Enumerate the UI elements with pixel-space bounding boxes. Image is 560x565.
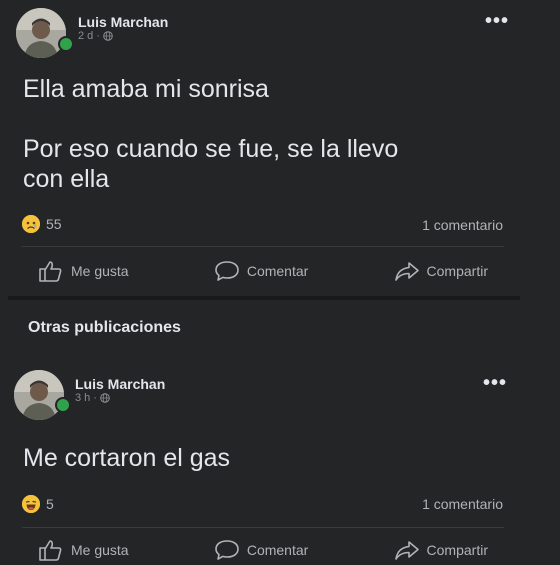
- comment-count[interactable]: 1 comentario: [422, 217, 503, 233]
- share-arrow-icon: [394, 541, 419, 560]
- globe-icon: [100, 393, 110, 403]
- post-author[interactable]: Luis Marchan: [75, 376, 165, 392]
- sad-face-icon: [22, 215, 40, 233]
- reaction-count: 5: [46, 496, 54, 512]
- comment-button[interactable]: Comentar: [198, 535, 324, 565]
- comment-count[interactable]: 1 comentario: [422, 496, 503, 512]
- more-options-icon[interactable]: •••: [485, 11, 509, 31]
- like-button[interactable]: Me gusta: [22, 256, 145, 286]
- post-actions: Me gusta Comentar Compartir: [22, 256, 504, 286]
- reaction-count: 55: [46, 216, 62, 232]
- post-author[interactable]: Luis Marchan: [78, 14, 168, 30]
- share-button[interactable]: Compartir: [378, 535, 504, 565]
- post-meta: 2 d ·: [78, 30, 113, 42]
- online-status-dot: [55, 397, 71, 413]
- section-separator: [8, 296, 520, 300]
- reactions-summary[interactable]: 55: [22, 215, 62, 233]
- divider: [22, 527, 504, 528]
- share-arrow-icon: [394, 262, 419, 281]
- thumbs-up-icon: [39, 540, 62, 561]
- online-status-dot: [58, 36, 74, 52]
- avatar-photo: [14, 370, 64, 420]
- meta-separator: ·: [96, 30, 100, 42]
- post-card: Luis Marchan 2 d · ••• Ella amaba mi son…: [0, 0, 560, 296]
- comment-bubble-icon: [215, 540, 239, 560]
- like-label: Me gusta: [71, 542, 129, 558]
- post-actions: Me gusta Comentar Compartir: [22, 535, 504, 565]
- like-button[interactable]: Me gusta: [22, 535, 145, 565]
- meta-separator: ·: [93, 392, 97, 404]
- post-text: Ella amaba mi sonrisa Por eso cuando se …: [23, 75, 399, 193]
- post-card: Luis Marchan 3 h · ••• Me cortaron el ga…: [0, 362, 560, 561]
- comment-button[interactable]: Comentar: [198, 256, 324, 286]
- more-options-icon[interactable]: •••: [483, 373, 507, 393]
- like-label: Me gusta: [71, 263, 129, 279]
- thumbs-up-icon: [39, 261, 62, 282]
- share-button[interactable]: Compartir: [378, 256, 504, 286]
- comment-bubble-icon: [215, 261, 239, 281]
- avatar[interactable]: [14, 370, 64, 420]
- globe-icon: [103, 31, 113, 41]
- post-text: Me cortaron el gas: [23, 444, 231, 472]
- laughing-face-icon: [22, 495, 40, 513]
- post-time[interactable]: 3 h: [75, 392, 90, 404]
- share-label: Compartir: [426, 542, 488, 558]
- avatar-photo: [16, 8, 66, 58]
- post-time[interactable]: 2 d: [78, 30, 93, 42]
- divider: [22, 246, 504, 247]
- post-meta: 3 h ·: [75, 392, 110, 404]
- comment-label: Comentar: [246, 542, 309, 558]
- share-label: Compartir: [426, 263, 488, 279]
- avatar[interactable]: [16, 8, 66, 58]
- reactions-summary[interactable]: 5: [22, 495, 54, 513]
- comment-label: Comentar: [246, 263, 309, 279]
- section-title: Otras publicaciones: [28, 319, 181, 336]
